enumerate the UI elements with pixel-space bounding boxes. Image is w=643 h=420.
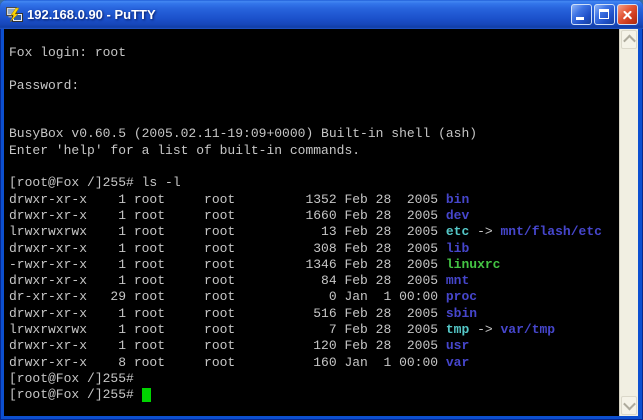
terminal-line: drwxr-xr-x 1 root root 84 Feb 28 2005 mn… xyxy=(9,273,619,289)
window-content: Fox login: root Password: BusyBox v0.60.5 … xyxy=(4,29,638,416)
scrollbar[interactable] xyxy=(619,29,638,416)
terminal-line: BusyBox v0.60.5 (2005.02.11-19:09+0000) … xyxy=(9,126,619,142)
terminal-text-segment: [root@Fox /]255# xyxy=(9,387,142,402)
terminal-line: -rwxr-xr-x 1 root root 1346 Feb 28 2005 … xyxy=(9,257,619,273)
terminal-line: lrwxrwxrwx 1 root root 13 Feb 28 2005 et… xyxy=(9,224,619,240)
terminal-line: [root@Fox /]255# xyxy=(9,371,619,387)
terminal-line: [root@Fox /]255# xyxy=(9,387,619,403)
terminal-text-segment: Fox login: root xyxy=(9,45,126,60)
putty-icon xyxy=(6,7,23,23)
terminal-text-segment: drwxr-xr-x 1 root root 1352 Feb 28 2005 xyxy=(9,192,446,207)
terminal-text-segment: bin xyxy=(446,192,469,207)
window-controls xyxy=(571,4,638,25)
terminal-line xyxy=(9,159,619,175)
putty-window: 192.168.0.90 - PuTTY Fox login: root Pass… xyxy=(0,0,643,420)
terminal-text-segment: mnt xyxy=(446,273,469,288)
terminal-text-segment: sbin xyxy=(446,306,477,321)
window-title: 192.168.0.90 - PuTTY xyxy=(27,7,571,22)
terminal-text-segment: lib xyxy=(446,241,469,256)
scroll-down-button[interactable] xyxy=(621,396,637,415)
terminal-text-segment: etc xyxy=(446,224,469,239)
terminal-text-segment: lrwxrwxrwx 1 root root 13 Feb 28 2005 xyxy=(9,224,446,239)
terminal-text-segment: drwxr-xr-x 1 root root 516 Feb 28 2005 xyxy=(9,306,446,321)
terminal-text-segment: drwxr-xr-x 8 root root 160 Jan 1 00:00 xyxy=(9,355,446,370)
terminal-text-segment: linuxrc xyxy=(446,257,501,272)
terminal-text-segment: BusyBox v0.60.5 (2005.02.11-19:09+0000) … xyxy=(9,126,477,141)
terminal-text-segment: drwxr-xr-x 1 root root 84 Feb 28 2005 xyxy=(9,273,446,288)
terminal-text-segment: var/tmp xyxy=(501,322,556,337)
terminal-line: lrwxrwxrwx 1 root root 7 Feb 28 2005 tmp… xyxy=(9,322,619,338)
terminal-line: drwxr-xr-x 1 root root 1352 Feb 28 2005 … xyxy=(9,192,619,208)
terminal-line: Password: xyxy=(9,78,619,94)
terminal-line: drwxr-xr-x 1 root root 120 Feb 28 2005 u… xyxy=(9,338,619,354)
maximize-icon xyxy=(599,9,609,19)
terminal-text-segment: drwxr-xr-x 1 root root 1660 Feb 28 2005 xyxy=(9,208,446,223)
title-bar[interactable]: 192.168.0.90 - PuTTY xyxy=(0,0,643,29)
terminal-text-segment: mnt/flash/etc xyxy=(501,224,602,239)
terminal-line: drwxr-xr-x 1 root root 516 Feb 28 2005 s… xyxy=(9,306,619,322)
minimize-icon xyxy=(576,17,584,20)
terminal-text-segment: -> xyxy=(469,224,500,239)
terminal-text-segment: dev xyxy=(446,208,469,223)
terminal-text-segment: Password: xyxy=(9,78,79,93)
minimize-button[interactable] xyxy=(571,4,592,25)
terminal-line: drwxr-xr-x 1 root root 308 Feb 28 2005 l… xyxy=(9,241,619,257)
terminal-text-segment: -rwxr-xr-x 1 root root 1346 Feb 28 2005 xyxy=(9,257,446,272)
terminal-line: Fox login: root xyxy=(9,45,619,61)
terminal-text-segment: [root@Fox /]255# ls -l xyxy=(9,175,181,190)
terminal-text-segment: lrwxrwxrwx 1 root root 7 Feb 28 2005 xyxy=(9,322,446,337)
terminal-cursor xyxy=(142,388,151,402)
terminal-line: dr-xr-xr-x 29 root root 0 Jan 1 00:00 pr… xyxy=(9,289,619,305)
close-button[interactable] xyxy=(617,4,638,25)
terminal-line xyxy=(9,94,619,110)
chevron-down-icon xyxy=(623,398,636,411)
terminal-text-segment: Enter 'help' for a list of built-in comm… xyxy=(9,143,360,158)
maximize-button[interactable] xyxy=(594,4,615,25)
terminal-line: Enter 'help' for a list of built-in comm… xyxy=(9,143,619,159)
terminal-text-segment: usr xyxy=(446,338,469,353)
chevron-up-icon xyxy=(623,35,636,48)
terminal-output[interactable]: Fox login: root Password: BusyBox v0.60.5 … xyxy=(4,29,619,416)
terminal-text-segment: drwxr-xr-x 1 root root 308 Feb 28 2005 xyxy=(9,241,446,256)
terminal-text-segment: dr-xr-xr-x 29 root root 0 Jan 1 00:00 xyxy=(9,289,446,304)
terminal-text-segment: -> xyxy=(469,322,500,337)
terminal-text-segment: tmp xyxy=(446,322,469,337)
terminal-line xyxy=(9,61,619,77)
terminal-text-segment: var xyxy=(446,355,469,370)
terminal-text-segment: proc xyxy=(446,289,477,304)
terminal-text-segment: drwxr-xr-x 1 root root 120 Feb 28 2005 xyxy=(9,338,446,353)
terminal-line: drwxr-xr-x 1 root root 1660 Feb 28 2005 … xyxy=(9,208,619,224)
terminal-text-segment: [root@Fox /]255# xyxy=(9,371,134,386)
terminal-line: drwxr-xr-x 8 root root 160 Jan 1 00:00 v… xyxy=(9,355,619,371)
terminal-line xyxy=(9,110,619,126)
scroll-up-button[interactable] xyxy=(621,30,637,49)
terminal-line: [root@Fox /]255# ls -l xyxy=(9,175,619,191)
